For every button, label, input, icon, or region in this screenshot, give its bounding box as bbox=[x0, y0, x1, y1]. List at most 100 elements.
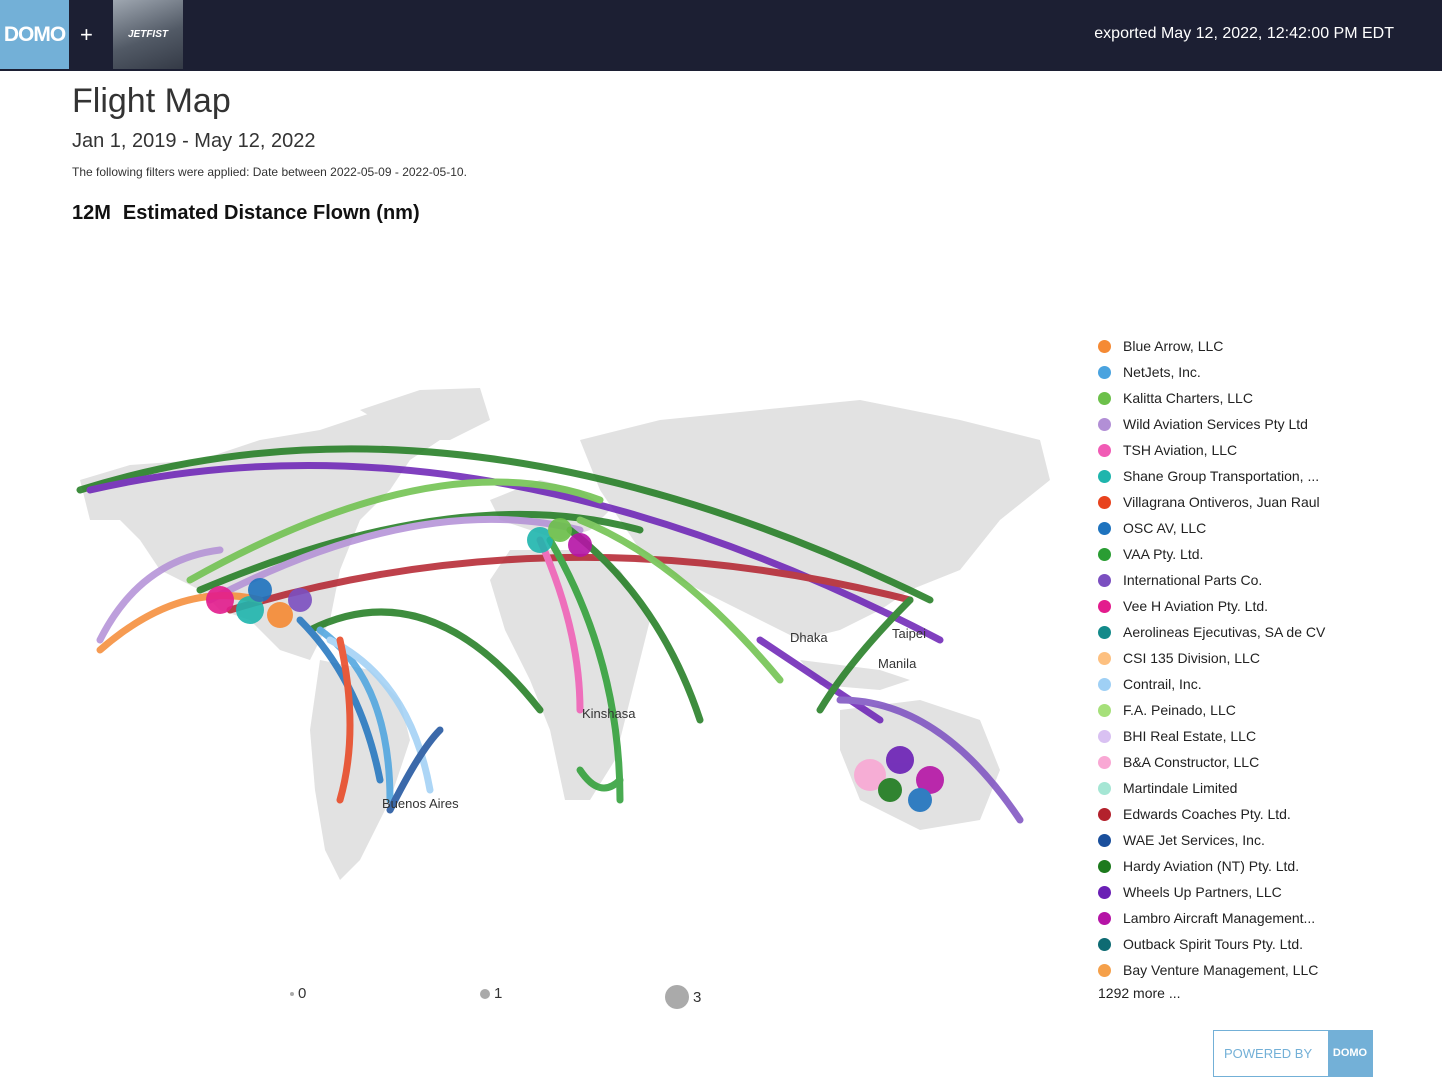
legend-item[interactable]: Edwards Coaches Pty. Ltd. bbox=[1098, 801, 1398, 827]
powered-by-text: POWERED BY bbox=[1224, 1046, 1313, 1061]
city-label-dhaka: Dhaka bbox=[790, 630, 828, 645]
legend-label: International Parts Co. bbox=[1123, 572, 1263, 588]
size-legend-item: 0 bbox=[290, 985, 306, 1002]
city-label-buenos-aires: Buenos Aires bbox=[382, 796, 459, 811]
legend-item[interactable]: B&A Constructor, LLC bbox=[1098, 749, 1398, 775]
legend-label: B&A Constructor, LLC bbox=[1123, 754, 1260, 770]
date-range: Jan 1, 2019 - May 12, 2022 bbox=[72, 130, 316, 152]
filters-note: The following filters were applied: Date… bbox=[72, 165, 467, 179]
legend-label: Outback Spirit Tours Pty. Ltd. bbox=[1123, 936, 1304, 952]
legend-label: Martindale Limited bbox=[1123, 780, 1238, 796]
legend-item[interactable]: International Parts Co. bbox=[1098, 567, 1398, 593]
legend-label: Contrail, Inc. bbox=[1123, 676, 1202, 692]
plus-icon: + bbox=[80, 22, 93, 47]
legend-item[interactable]: TSH Aviation, LLC bbox=[1098, 437, 1398, 463]
city-label-kinshasa: Kinshasa bbox=[582, 706, 636, 721]
legend-item[interactable]: Lambro Aircraft Management... bbox=[1098, 905, 1398, 931]
legend-item[interactable]: Villagrana Ontiveros, Juan Raul bbox=[1098, 489, 1398, 515]
legend-item[interactable]: VAA Pty. Ltd. bbox=[1098, 541, 1398, 567]
legend-label: NetJets, Inc. bbox=[1123, 364, 1201, 380]
map-legend: Blue Arrow, LLC NetJets, Inc. Kalitta Ch… bbox=[1098, 333, 1398, 1001]
flight-map[interactable]: Kinshasa Buenos Aires Dhaka Taipei Manil… bbox=[60, 380, 1080, 900]
city-label-taipei: Taipei bbox=[892, 626, 926, 641]
legend-dot bbox=[1098, 963, 1111, 977]
legend-label: BHI Real Estate, LLC bbox=[1123, 728, 1257, 744]
legend-dot bbox=[1098, 833, 1111, 847]
legend-more-link[interactable]: 1292 more ... bbox=[1098, 985, 1398, 1001]
legend-item[interactable]: Martindale Limited bbox=[1098, 775, 1398, 801]
legend-dot bbox=[1098, 859, 1111, 873]
legend-item[interactable]: Wheels Up Partners, LLC bbox=[1098, 879, 1398, 905]
legend-item[interactable]: Shane Group Transportation, ... bbox=[1098, 463, 1398, 489]
size-legend-label: 0 bbox=[298, 985, 307, 1002]
summary-value: 12M bbox=[72, 202, 111, 224]
legend-label: Kalitta Charters, LLC bbox=[1123, 390, 1253, 406]
legend-item[interactable]: Wild Aviation Services Pty Ltd bbox=[1098, 411, 1398, 437]
legend-label: Blue Arrow, LLC bbox=[1123, 338, 1224, 354]
legend-dot bbox=[1098, 703, 1111, 717]
size-legend: 0 1 3 bbox=[280, 985, 740, 1025]
legend-dot bbox=[1098, 391, 1111, 405]
legend-dot bbox=[1098, 469, 1111, 483]
legend-label: Shane Group Transportation, ... bbox=[1123, 468, 1320, 484]
legend-item[interactable]: Bay Venture Management, LLC bbox=[1098, 957, 1398, 983]
legend-label: Bay Venture Management, LLC bbox=[1123, 962, 1319, 978]
legend-dot bbox=[1098, 911, 1111, 925]
legend-label: VAA Pty. Ltd. bbox=[1123, 546, 1204, 562]
legend-item[interactable]: Vee H Aviation Pty. Ltd. bbox=[1098, 593, 1398, 619]
page-title: Flight Map bbox=[72, 82, 231, 120]
legend-dot bbox=[1098, 365, 1111, 379]
legend-dot bbox=[1098, 677, 1111, 691]
legend-item[interactable]: Kalitta Charters, LLC bbox=[1098, 385, 1398, 411]
legend-item[interactable]: Aerolineas Ejecutivas, SA de CV bbox=[1098, 619, 1398, 645]
legend-dot bbox=[1098, 599, 1111, 613]
legend-label: Villagrana Ontiveros, Juan Raul bbox=[1123, 494, 1320, 510]
domo-footer-logo: DOMO bbox=[1328, 1031, 1372, 1076]
powered-by-domo[interactable]: POWERED BY DOMO bbox=[1213, 1030, 1373, 1077]
legend-item[interactable]: Hardy Aviation (NT) Pty. Ltd. bbox=[1098, 853, 1398, 879]
summary-metric: 12M Estimated Distance Flown (nm) bbox=[72, 202, 420, 225]
exported-timestamp: exported May 12, 2022, 12:42:00 PM EDT bbox=[1094, 25, 1394, 42]
size-legend-label: 3 bbox=[693, 988, 702, 1006]
legend-dot bbox=[1098, 755, 1111, 769]
legend-dot bbox=[1098, 443, 1111, 457]
legend-item[interactable]: WAE Jet Services, Inc. bbox=[1098, 827, 1398, 853]
legend-dot bbox=[1098, 729, 1111, 743]
legend-label: CSI 135 Division, LLC bbox=[1123, 650, 1260, 666]
legend-item[interactable]: F.A. Peinado, LLC bbox=[1098, 697, 1398, 723]
legend-item[interactable]: NetJets, Inc. bbox=[1098, 359, 1398, 385]
size-legend-item: 3 bbox=[665, 985, 701, 1009]
legend-item[interactable]: Blue Arrow, LLC bbox=[1098, 333, 1398, 359]
legend-item[interactable]: BHI Real Estate, LLC bbox=[1098, 723, 1398, 749]
legend-label: Hardy Aviation (NT) Pty. Ltd. bbox=[1123, 858, 1300, 874]
legend-item[interactable]: OSC AV, LLC bbox=[1098, 515, 1398, 541]
domo-logo[interactable]: DOMO bbox=[0, 0, 69, 69]
top-bar: DOMO + JETFIST exported May 12, 2022, 12… bbox=[0, 0, 1442, 71]
legend-dot bbox=[1098, 781, 1111, 795]
legend-dot bbox=[1098, 417, 1111, 431]
legend-item[interactable]: Contrail, Inc. bbox=[1098, 671, 1398, 697]
legend-item[interactable]: Outback Spirit Tours Pty. Ltd. bbox=[1098, 931, 1398, 957]
city-label-manila: Manila bbox=[878, 656, 917, 671]
legend-dot bbox=[1098, 625, 1111, 639]
legend-dot bbox=[1098, 807, 1111, 821]
legend-label: TSH Aviation, LLC bbox=[1123, 442, 1238, 458]
legend-label: Wheels Up Partners, LLC bbox=[1123, 884, 1282, 900]
legend-item[interactable]: CSI 135 Division, LLC bbox=[1098, 645, 1398, 671]
size-legend-circle bbox=[480, 988, 490, 999]
legend-dot bbox=[1098, 573, 1111, 587]
size-legend-item: 1 bbox=[480, 985, 502, 1002]
size-legend-circle bbox=[290, 991, 294, 996]
partner-logo: JETFIST bbox=[113, 0, 183, 69]
legend-dot bbox=[1098, 651, 1111, 665]
legend-dot bbox=[1098, 937, 1111, 951]
summary-label: Estimated Distance Flown (nm) bbox=[122, 202, 420, 224]
legend-label: F.A. Peinado, LLC bbox=[1123, 702, 1236, 718]
legend-dot bbox=[1098, 547, 1111, 561]
legend-label: OSC AV, LLC bbox=[1123, 520, 1207, 536]
legend-dot bbox=[1098, 495, 1111, 509]
legend-dot bbox=[1098, 521, 1111, 535]
legend-label: Aerolineas Ejecutivas, SA de CV bbox=[1123, 624, 1326, 640]
legend-label: Wild Aviation Services Pty Ltd bbox=[1123, 416, 1308, 432]
legend-label: Edwards Coaches Pty. Ltd. bbox=[1123, 806, 1291, 822]
